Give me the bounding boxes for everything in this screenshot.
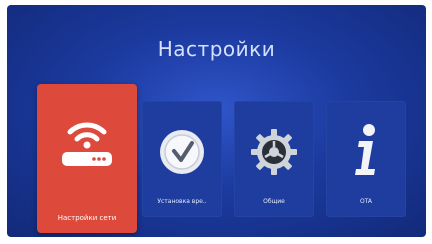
tile-label: Общие xyxy=(263,198,285,205)
tile-label: OTA xyxy=(359,198,373,205)
gear-icon xyxy=(251,129,297,175)
tile-label: Установка вре.. xyxy=(157,198,207,205)
tile-general[interactable]: Общие xyxy=(234,101,314,217)
page-title: Настройки xyxy=(157,37,276,61)
tile-ota[interactable]: OTA xyxy=(326,101,406,217)
router-wifi-icon xyxy=(62,122,112,166)
tile-label: Настройки сети xyxy=(57,214,117,222)
info-icon xyxy=(355,124,375,175)
tile-network-settings[interactable]: Настройки сети xyxy=(37,84,137,233)
clock-icon xyxy=(160,130,204,174)
tile-time-setup[interactable]: Установка вре.. xyxy=(142,101,222,217)
settings-screen: Настройки Настройки сети Установка вре.. xyxy=(7,5,426,237)
